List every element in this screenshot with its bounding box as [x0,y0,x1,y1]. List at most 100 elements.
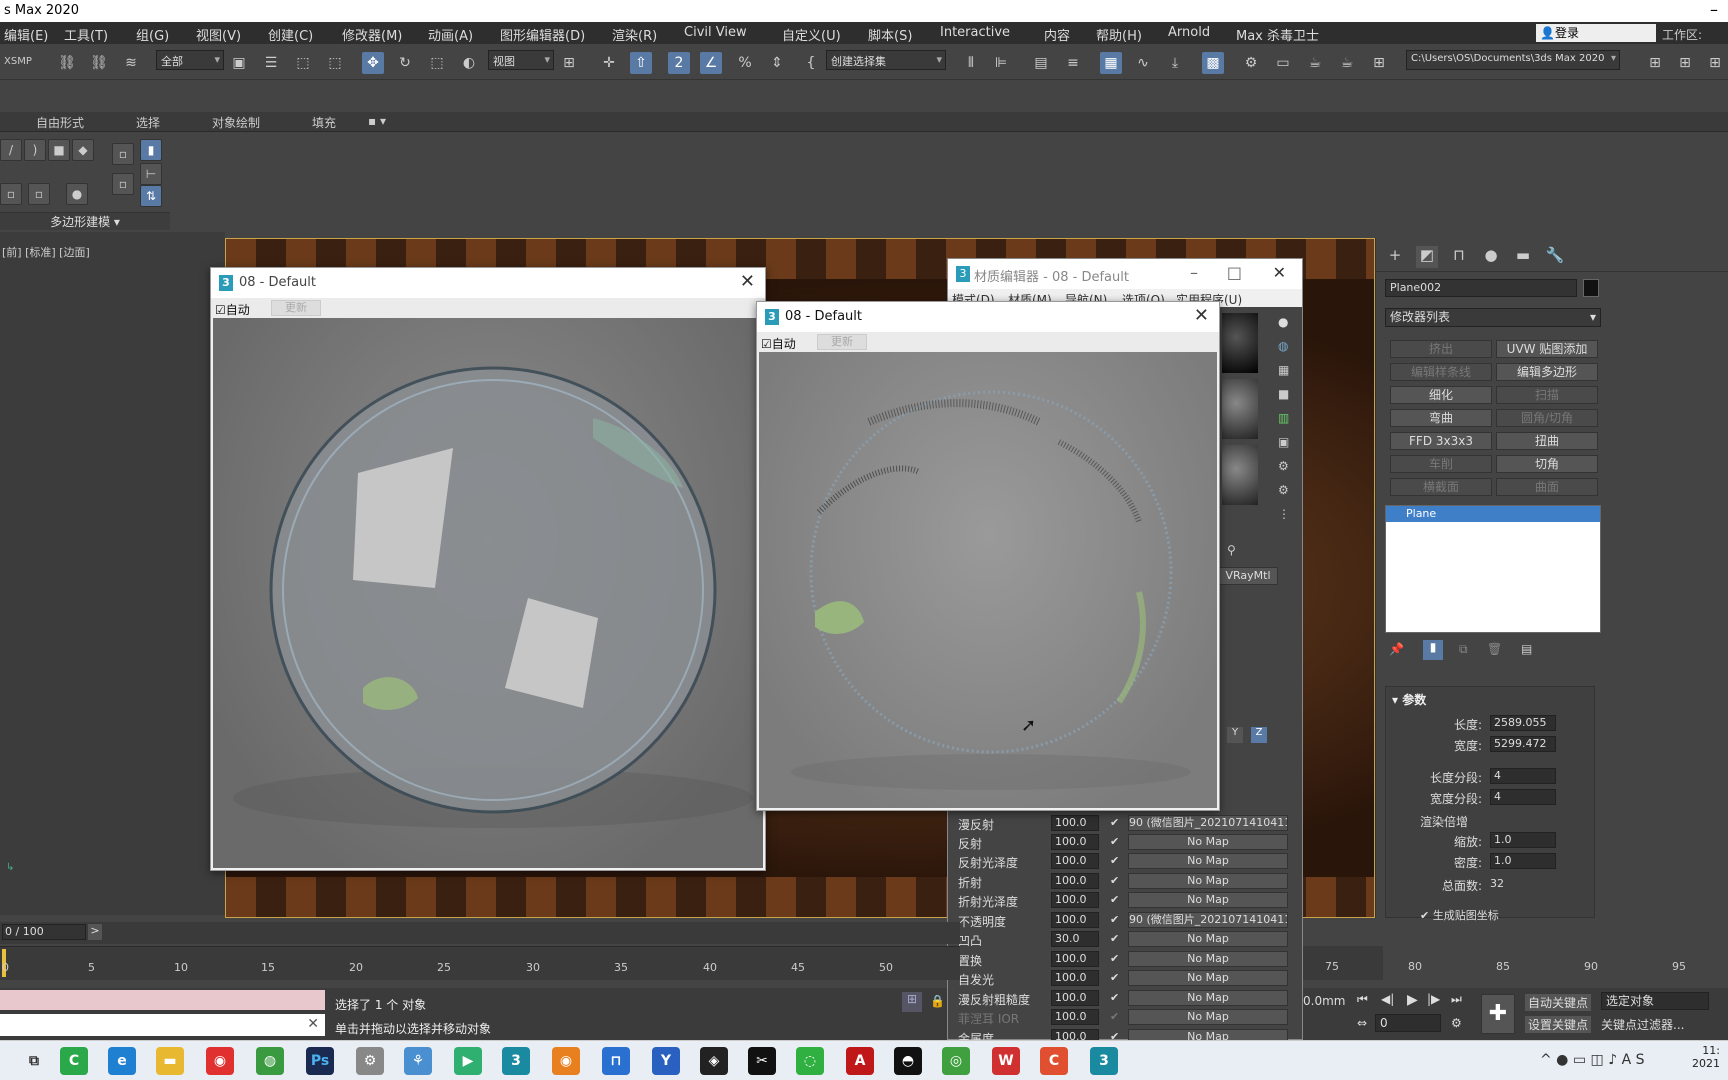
track-bar-right[interactable]: 75 [1303,946,1383,980]
modifier-list-dropdown[interactable]: 修改器列表 ▾ [1385,308,1601,327]
wps-icon[interactable]: W [992,1047,1020,1075]
select-object-icon[interactable]: ▣ [228,52,250,74]
rect-select-icon[interactable]: ⬚ [292,52,314,74]
modifier-button[interactable]: 编辑多边形 [1496,363,1598,381]
system-tray-icons[interactable]: ^ ● ▭ ◫ ♪ A S [1540,1052,1645,1068]
taskbar-app-icon[interactable]: ⊓ [602,1047,630,1075]
video-player-icon[interactable]: ▶ [454,1047,482,1075]
modifier-button[interactable]: 挤出 [1390,340,1492,358]
snap-toggle-icon[interactable]: 2 [668,52,690,74]
edit-named-sel-icon[interactable]: { [800,52,822,74]
ribbon-box-icon[interactable]: ■ [48,139,70,161]
export-icon[interactable]: ⊞ [1704,52,1726,74]
time-slider[interactable]: 0 / 100 > [0,922,960,944]
ribbon-tool-icon[interactable]: ▫ [28,183,50,205]
modifier-button[interactable]: 圆角/切角 [1496,409,1598,427]
select-by-material-icon[interactable]: ⚙ [1278,483,1289,497]
3dsmax-icon[interactable]: 3 [502,1047,530,1075]
maxscript-listener[interactable] [0,990,325,1010]
render-output[interactable] [213,318,763,868]
auto-checkbox[interactable]: ☑自动 [761,335,796,352]
material-sample-slot[interactable] [1222,313,1258,373]
axis-y-button[interactable]: Y [1227,727,1243,743]
object-color-swatch[interactable] [1583,279,1599,297]
project-folder-icon[interactable]: ⊞ [1644,52,1666,74]
pivot-icon[interactable]: ⊞ [558,52,580,74]
taskbar-app-icon[interactable]: ⚘ [404,1047,432,1075]
viewport-label[interactable]: [前] [标准] [边面] [2,244,90,260]
photoshop-icon[interactable]: Ps [306,1047,334,1075]
project-path-dropdown[interactable]: C:\Users\OS\Documents\3ds Max 2020 [1406,50,1620,70]
spinner-snap-icon[interactable]: ⇕ [766,52,788,74]
place-icon[interactable]: ◐ [458,52,480,74]
named-selection-dropdown[interactable]: 创建选择集 [826,50,946,70]
axis-z-button[interactable]: Z [1251,727,1267,743]
3dsmax-icon[interactable]: 3 [1090,1047,1118,1075]
ribbon-tool-icon[interactable]: ▫ [112,143,134,165]
modify-tab-icon[interactable]: ◩ [1416,246,1438,268]
modifier-button[interactable]: 曲面 [1496,478,1598,496]
make-preview-icon[interactable]: ▣ [1278,435,1289,449]
render-frame-icon[interactable]: ▭ [1272,52,1294,74]
acrobat-icon[interactable]: A [846,1047,874,1075]
material-sample-slot[interactable] [1222,379,1258,439]
ref-coord-dropdown[interactable]: 视图 [488,50,554,70]
task-view-icon[interactable]: ⧉ [20,1047,48,1075]
close-icon[interactable]: ✕ [740,271,755,292]
uv-tiling-icon[interactable]: ■ [1278,387,1289,401]
ribbon-cube-icon[interactable]: ◆ [72,139,94,161]
map-enable-checkbox[interactable]: ✔ [1110,816,1119,829]
play-icon[interactable]: ▶ [1407,992,1418,1008]
map-enable-checkbox[interactable]: ✔ [1110,835,1119,848]
width-input[interactable]: 5299.472 [1490,736,1556,752]
material-navigator-icon[interactable]: ⋮ [1278,507,1290,521]
ribbon-tool-icon[interactable]: ⊢ [140,163,162,185]
menu-item[interactable]: 组(G) [136,25,169,44]
time-config-icon[interactable]: ⚙ [1451,1016,1462,1030]
modifier-button[interactable]: FFD 3x3x3 [1390,432,1492,450]
map-enable-checkbox[interactable]: ✔ [1110,854,1119,867]
length-input[interactable]: 2589.055 [1490,715,1556,731]
material-sample-slot[interactable] [1222,445,1258,505]
menu-item[interactable]: 编辑(E) [4,25,48,44]
taskbar-app-icon[interactable]: C [60,1047,88,1075]
menu-item[interactable]: Interactive [940,25,1010,40]
map-enable-checkbox[interactable]: ✔ [1110,932,1119,945]
close-icon[interactable]: ✕ [1273,263,1286,282]
ribbon-tool-icon[interactable]: ▫ [0,183,22,205]
taskbar-app-icon[interactable]: C [1040,1047,1068,1075]
map-enable-checkbox[interactable]: ✔ [1110,991,1119,1004]
menu-item[interactable]: 渲染(R) [612,25,657,44]
taskbar-app-icon[interactable]: ◎ [942,1047,970,1075]
scale-input[interactable]: 1.0 [1490,832,1556,848]
video-color-icon[interactable]: ▥ [1278,411,1289,425]
modifier-button[interactable]: 扭曲 [1496,432,1598,450]
maximize-icon[interactable]: □ [1227,263,1242,282]
key-mode-icon[interactable]: ⇔ [1357,1016,1367,1030]
ribbon-tool-icon[interactable]: / [0,139,22,161]
update-button[interactable]: 更新 [817,334,867,350]
bind-spacewarp-icon[interactable]: ≋ [120,52,142,74]
menu-item[interactable]: 自定义(U) [782,25,841,44]
modifier-button[interactable]: 切角 [1496,455,1598,473]
goto-start-icon[interactable]: ⏮ [1357,992,1368,1007]
stack-item[interactable]: Plane [1386,506,1600,522]
map-enable-checkbox[interactable]: ✔ [1110,913,1119,926]
poly-modeling-label[interactable]: 多边形建模 ▾ [0,212,170,230]
show-end-result-icon[interactable]: ▮ [1423,640,1443,660]
menu-item[interactable]: 图形编辑器(D) [500,25,585,44]
track-bar[interactable]: 0 5 10 15 20 25 30 35 40 45 50 [0,946,960,980]
menu-item[interactable]: 脚本(S) [868,25,912,44]
select-by-name-icon[interactable]: ☰ [260,52,282,74]
menu-item[interactable]: Arnold [1168,25,1210,40]
ribbon-tab[interactable]: 填充 [312,114,336,131]
frame-counter[interactable]: 0 / 100 [2,924,86,940]
move-icon[interactable]: ✥ [362,52,384,74]
menu-item[interactable]: 帮助(H) [1096,25,1142,44]
close-icon[interactable]: ✕ [307,1016,319,1032]
ribbon-options-icon[interactable]: ▪ ▾ [368,114,386,128]
schematic-icon[interactable]: ⤓ [1164,52,1186,74]
unlink-icon[interactable]: ⛓ [88,52,110,74]
menu-item[interactable]: 内容 [1044,25,1070,44]
next-frame-icon[interactable]: |▶ [1427,992,1440,1006]
